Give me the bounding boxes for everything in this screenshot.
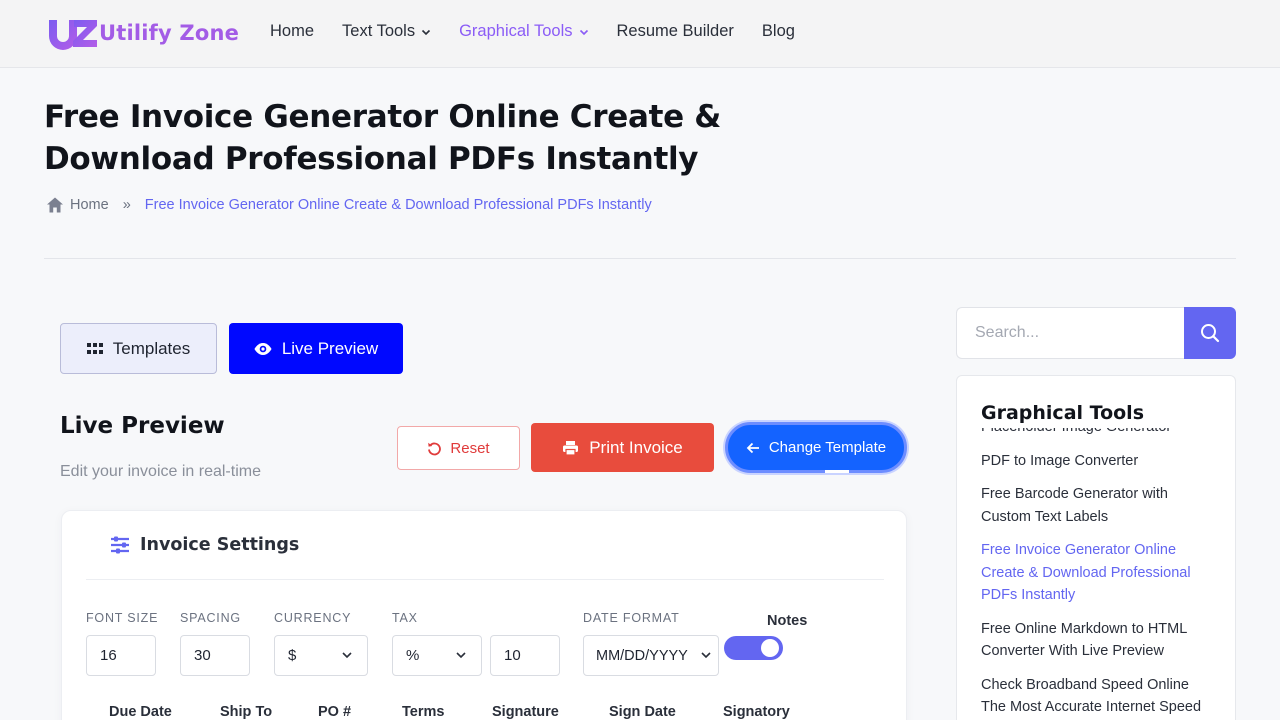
spacing-value: 30 (194, 647, 211, 664)
breadcrumb: Home » Free Invoice Generator Online Cre… (46, 196, 652, 214)
tax-rate-value: 10 (504, 647, 521, 664)
logo-text: Utilify Zone (99, 21, 240, 45)
home-icon (47, 197, 63, 213)
column-po[interactable]: PO # (318, 704, 351, 720)
live-preview-button[interactable]: Live Preview (229, 323, 403, 374)
main-nav: Home Text Tools Graphical Tools Resume B… (270, 22, 795, 41)
live-preview-title: Live Preview (60, 413, 225, 439)
tax-type-value: % (406, 647, 420, 664)
column-due-date[interactable]: Due Date (109, 704, 172, 720)
print-invoice-button[interactable]: Print Invoice (531, 423, 714, 472)
column-ship-to[interactable]: Ship To (220, 704, 272, 720)
change-template-label: Change Template (768, 439, 887, 456)
grid-icon (86, 342, 103, 354)
page-title: Free Invoice Generator Online Create & D… (44, 99, 722, 177)
nav-resume-builder[interactable]: Resume Builder (617, 22, 734, 41)
chevron-down-icon (342, 652, 352, 659)
nav-home-label: Home (270, 22, 315, 40)
tax-rate-input[interactable]: 10 (490, 635, 560, 676)
card-divider (86, 579, 884, 580)
search-input[interactable]: Search... (956, 307, 1185, 359)
graphical-tools-widget: Graphical Tools Placeholder Image Genera… (956, 375, 1236, 720)
list-item[interactable]: Placeholder Image Generator (981, 428, 1217, 439)
notes-toggle[interactable] (724, 636, 783, 660)
site-logo[interactable]: Utilify Zone (47, 16, 239, 50)
logo-mark-icon (49, 20, 97, 50)
divider (44, 258, 1236, 259)
sliders-icon (111, 536, 129, 554)
live-preview-label: Live Preview (281, 338, 379, 358)
graphical-tools-title: Graphical Tools (981, 402, 1145, 424)
change-template-button[interactable]: Change Template (725, 422, 907, 473)
currency-label: CURRENCY (274, 611, 352, 625)
invoice-settings-title: Invoice Settings (140, 535, 300, 555)
live-preview-subtitle: Edit your invoice in real-time (60, 463, 261, 480)
search-placeholder: Search... (975, 324, 1040, 341)
nav-text-tools-label: Text Tools (342, 22, 416, 40)
column-signature[interactable]: Signature (492, 704, 559, 720)
focus-indicator (825, 470, 849, 473)
nav-text-tools[interactable]: Text Tools (342, 22, 431, 41)
tax-label: TAX (392, 611, 418, 625)
column-sign-date[interactable]: Sign Date (609, 704, 676, 720)
reset-label: Reset (450, 439, 490, 457)
nav-graphical-tools[interactable]: Graphical Tools (459, 22, 588, 41)
invoice-settings-card: Invoice Settings FONT SIZE 16 SPACING 30… (61, 510, 907, 720)
chevron-down-icon (456, 652, 466, 659)
undo-icon (428, 442, 442, 455)
chevron-down-icon (701, 652, 711, 659)
templates-button[interactable]: Templates (60, 323, 217, 374)
notes-label: Notes (767, 613, 808, 629)
list-item-active[interactable]: Free Invoice Generator Online Create & D… (981, 539, 1217, 607)
currency-value: $ (288, 647, 297, 664)
top-navbar: Utilify Zone Home Text Tools Graphical T… (0, 0, 1280, 68)
list-item[interactable]: Free Barcode Generator with Custom Text … (981, 483, 1217, 528)
list-item[interactable]: Check Broadband Speed Online The Most Ac… (981, 674, 1217, 719)
search-button[interactable] (1184, 307, 1236, 359)
list-item[interactable]: PDF to Image Converter (981, 450, 1217, 473)
column-signatory[interactable]: Signatory (723, 704, 790, 720)
toggle-knob (761, 639, 779, 657)
chevron-down-icon (579, 29, 588, 35)
list-item[interactable]: Free Online Markdown to HTML Converter W… (981, 618, 1217, 663)
chevron-down-icon (422, 29, 431, 35)
graphical-tools-list[interactable]: Placeholder Image Generator PDF to Image… (981, 428, 1217, 720)
tax-type-select[interactable]: % (392, 635, 482, 676)
invoice-settings-header: Invoice Settings (110, 535, 299, 555)
font-size-label: FONT SIZE (86, 611, 159, 625)
templates-label: Templates (112, 338, 191, 358)
arrow-left-icon (746, 442, 759, 453)
date-format-label: DATE FORMAT (583, 611, 680, 625)
date-format-value: MM/DD/YYYY (596, 647, 688, 664)
breadcrumb-home[interactable]: Home (70, 197, 109, 213)
eye-icon (254, 342, 272, 355)
breadcrumb-separator: » (122, 197, 131, 213)
nav-graphical-tools-label: Graphical Tools (459, 22, 573, 40)
reset-button[interactable]: Reset (397, 426, 520, 470)
search-icon (1201, 324, 1220, 343)
nav-home[interactable]: Home (270, 22, 314, 41)
column-terms[interactable]: Terms (402, 704, 444, 720)
font-size-value: 16 (100, 647, 117, 664)
nav-resume-builder-label: Resume Builder (616, 22, 734, 40)
font-size-input[interactable]: 16 (86, 635, 156, 676)
printer-icon (563, 440, 579, 456)
nav-blog-label: Blog (761, 22, 795, 40)
nav-blog[interactable]: Blog (762, 22, 795, 41)
print-invoice-label: Print Invoice (589, 437, 683, 457)
spacing-label: SPACING (180, 611, 241, 625)
currency-select[interactable]: $ (274, 635, 368, 676)
date-format-select[interactable]: MM/DD/YYYY (583, 635, 719, 676)
spacing-input[interactable]: 30 (180, 635, 250, 676)
breadcrumb-current: Free Invoice Generator Online Create & D… (144, 197, 652, 213)
